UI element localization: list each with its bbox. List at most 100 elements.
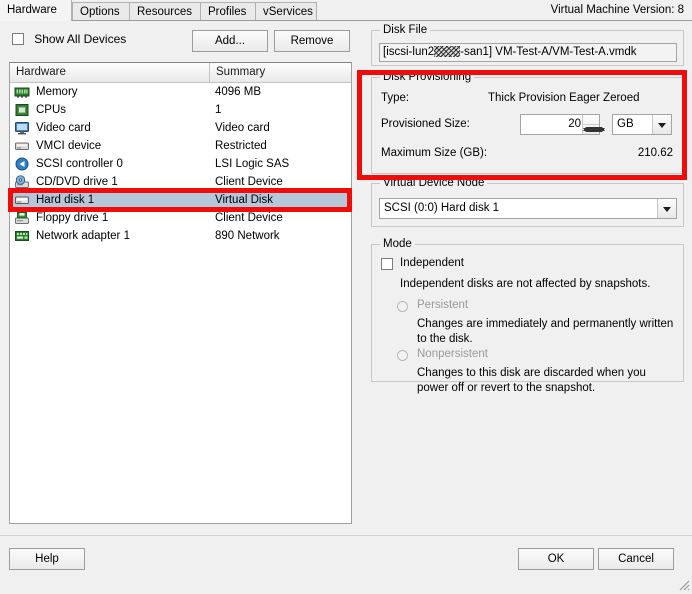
maximum-size-label: Maximum Size (GB):	[381, 147, 488, 159]
chevron-down-glyph	[658, 123, 666, 128]
hardware-row-name: Hard disk 1	[36, 194, 95, 206]
add-button[interactable]: Add...	[192, 30, 268, 52]
tab-profiles[interactable]: Profiles	[200, 2, 256, 21]
spinner-down-button[interactable]	[583, 125, 605, 134]
table-row[interactable]: CPUs 1	[10, 101, 351, 119]
persistent-radio[interactable]	[397, 301, 408, 312]
hard-disk-icon	[14, 193, 30, 207]
tab-vservices[interactable]: vServices	[255, 2, 317, 21]
disk-type-label: Type:	[381, 92, 410, 104]
hardware-row-name: CPUs	[36, 104, 67, 116]
hardware-list-header: Hardware Summary	[10, 63, 351, 83]
hardware-row-summary: Restricted	[215, 140, 267, 152]
hardware-row-name: Network adapter 1	[36, 230, 130, 242]
cpu-icon	[14, 103, 30, 117]
network-adapter-icon	[14, 229, 30, 243]
hardware-row-summary: 4096 MB	[215, 86, 262, 98]
hardware-row-name: Video card	[36, 122, 91, 134]
video-card-icon	[14, 121, 30, 135]
provisioned-size-units-value: GB	[617, 118, 634, 130]
cancel-button[interactable]: Cancel	[598, 548, 674, 570]
chevron-down-icon[interactable]	[652, 115, 671, 134]
hardware-row-summary: LSI Logic SAS	[215, 158, 290, 170]
provisioned-size-spin-buttons[interactable]	[582, 115, 605, 134]
hardware-list[interactable]: Hardware Summary Memory 4096 MB CPUs 1 V…	[9, 62, 352, 524]
tab-bar-underline	[0, 20, 692, 21]
disk-file-legend: Disk File	[380, 24, 431, 36]
resize-grip[interactable]	[676, 577, 690, 591]
tab-options-label: Options	[80, 6, 120, 18]
persistent-description: Changes are immediately and permanently …	[417, 318, 674, 345]
independent-description: Independent disks are not affected by sn…	[400, 278, 651, 290]
virtual-device-node-legend: Virtual Device Node	[380, 177, 488, 189]
hardware-row-name: SCSI controller 0	[36, 158, 123, 170]
disk-type-value: Thick Provision Eager Zeroed	[488, 92, 640, 104]
redacted-text-icon	[434, 46, 461, 57]
table-row[interactable]: CD/DVD drive 1 Client Device	[10, 173, 351, 191]
show-all-devices-label: Show All Devices	[34, 32, 127, 46]
table-row[interactable]: Floppy drive 1 Client Device	[10, 209, 351, 227]
tab-hardware-label: Hardware	[7, 4, 57, 16]
hardware-row-summary: Client Device	[215, 212, 283, 224]
provisioned-size-value: 20	[568, 118, 581, 130]
caret-down-icon	[583, 128, 605, 141]
disk-file-group: Disk File [iscsi-lun2 -san1] VM-Test-A/VM…	[371, 24, 684, 66]
disk-file-suffix: -san1] VM-Test-A/VM-Test-A.vmdk	[460, 46, 637, 58]
table-row[interactable]: SCSI controller 0 LSI Logic SAS	[10, 155, 351, 173]
provisioned-size-stepper[interactable]: 20	[520, 114, 605, 135]
maximum-size-value: 210.62	[637, 147, 673, 159]
hardware-row-summary: 890 Network	[215, 230, 280, 242]
provisioned-size-label: Provisioned Size:	[381, 118, 470, 130]
tab-resources-label: Resources	[137, 6, 192, 18]
disk-file-prefix: [iscsi-lun2	[383, 46, 435, 58]
table-row[interactable]: Network adapter 1 890 Network	[10, 227, 351, 245]
column-header-summary[interactable]: Summary	[210, 63, 351, 82]
footer-separator	[0, 535, 692, 536]
cddvd-drive-icon	[14, 175, 30, 189]
virtual-device-node-select[interactable]: SCSI (0:0) Hard disk 1	[379, 198, 677, 219]
tab-profiles-label: Profiles	[208, 6, 247, 18]
column-header-hardware[interactable]: Hardware	[10, 63, 210, 82]
hardware-row-name: CD/DVD drive 1	[36, 176, 118, 188]
floppy-drive-icon	[14, 211, 30, 225]
mode-legend: Mode	[380, 238, 415, 250]
tab-vservices-label: vServices	[263, 6, 313, 18]
vmci-device-icon	[14, 139, 30, 153]
hardware-row-summary: 1	[215, 104, 222, 116]
disk-provisioning-legend: Disk Provisioning	[380, 71, 475, 83]
tab-hardware[interactable]: Hardware	[0, 0, 72, 21]
show-all-devices-checkbox[interactable]	[12, 33, 24, 45]
provisioned-size-units-select[interactable]: GB	[612, 114, 672, 135]
nonpersistent-radio[interactable]	[397, 350, 408, 361]
persistent-label: Persistent	[417, 299, 469, 311]
hardware-row-name: VMCI device	[36, 140, 102, 152]
disk-file-input[interactable]: [iscsi-lun2 -san1] VM-Test-A/VM-Test-A.vm…	[379, 43, 677, 62]
hardware-row-name: Floppy drive 1	[36, 212, 109, 224]
hardware-row-summary: Video card	[215, 122, 270, 134]
vm-version-label: Virtual Machine Version: 8	[550, 4, 684, 16]
chevron-down-glyph	[663, 207, 671, 212]
virtual-device-node-value: SCSI (0:0) Hard disk 1	[384, 202, 500, 214]
nonpersistent-label: Nonpersistent	[417, 348, 488, 360]
table-row[interactable]: Memory 4096 MB	[10, 83, 351, 101]
disk-provisioning-group: Disk Provisioning Type: Thick Provision …	[371, 71, 684, 174]
scsi-controller-icon	[14, 157, 30, 171]
chevron-down-icon[interactable]	[657, 199, 676, 218]
independent-checkbox[interactable]	[381, 258, 393, 270]
independent-label: Independent	[400, 257, 464, 269]
help-button[interactable]: Help	[9, 548, 85, 570]
table-row[interactable]: VMCI device Restricted	[10, 137, 351, 155]
hardware-row-summary: Virtual Disk	[215, 194, 273, 206]
ok-button[interactable]: OK	[518, 548, 594, 570]
tab-options[interactable]: Options	[72, 2, 130, 21]
hardware-row-summary: Client Device	[215, 176, 283, 188]
mode-group: Mode Independent Independent disks are n…	[371, 238, 684, 394]
memory-icon	[14, 85, 30, 99]
table-row-hard-disk-1[interactable]: Hard disk 1 Virtual Disk	[10, 191, 351, 209]
nonpersistent-description: Changes to this disk are discarded when …	[417, 367, 646, 394]
spinner-up-button[interactable]	[583, 115, 605, 131]
hardware-row-name: Memory	[36, 86, 78, 98]
remove-button[interactable]: Remove	[274, 30, 350, 52]
tab-resources[interactable]: Resources	[129, 2, 201, 21]
table-row[interactable]: Video card Video card	[10, 119, 351, 137]
